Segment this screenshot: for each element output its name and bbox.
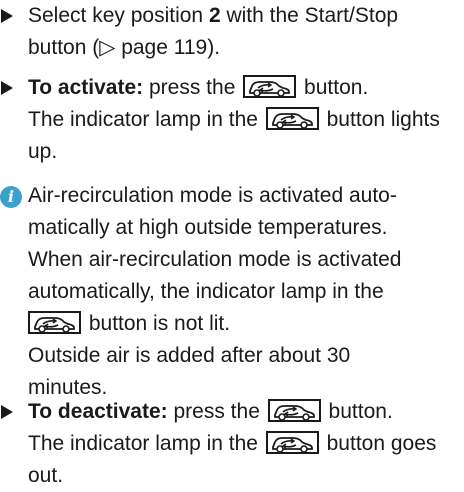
info-icon: i — [0, 186, 22, 208]
info-note: i Air-recirculation mode is activated au… — [0, 180, 464, 404]
step3-line2: The indicator lamp in the button goes — [28, 431, 437, 455]
bullet-arrow-icon — [1, 81, 13, 95]
air-recirculation-button-icon — [243, 75, 296, 98]
step1-line2: button (▷ page 119). — [28, 36, 221, 59]
air-recirculation-button-icon — [266, 431, 319, 454]
note-line6: Outside air is added after about 30 — [28, 344, 351, 367]
activate-heading: To activate: — [28, 76, 144, 99]
note-line4: automatically, the indicator lamp in the — [28, 280, 384, 303]
step-select-key-position: Select key position 2 with the Start/Sto… — [0, 0, 464, 64]
air-recirculation-button-icon — [268, 399, 321, 422]
step-deactivate: To deactivate: press the button. The ind… — [0, 396, 464, 492]
bullet-arrow-icon — [1, 405, 13, 419]
step3-line1: To deactivate: press the button. — [28, 399, 393, 423]
step2-line3: up. — [28, 140, 58, 163]
note-line1: Air-recirculation mode is activated auto… — [28, 184, 397, 207]
key-position-number: 2 — [208, 4, 221, 27]
step1-line1: Select key position 2 with the Start/Sto… — [28, 4, 399, 27]
step2-line2: The indicator lamp in the button lights — [28, 107, 440, 131]
note-line5: button is not lit. — [28, 308, 464, 340]
air-recirculation-button-icon — [266, 107, 319, 130]
step3-line3: out. — [28, 464, 64, 487]
step-activate: To activate: press the button. The indic… — [0, 72, 464, 168]
deactivate-heading: To deactivate: — [28, 400, 168, 423]
note-line3: When air-recirculation mode is activated — [28, 248, 402, 271]
manual-page: Select key position 2 with the Start/Sto… — [0, 0, 464, 487]
step2-line1: To activate: press the button. — [28, 75, 369, 99]
air-recirculation-button-icon — [28, 311, 81, 334]
bullet-arrow-icon — [1, 9, 13, 23]
note-line2: matically at high outside temperatures. — [28, 216, 388, 239]
